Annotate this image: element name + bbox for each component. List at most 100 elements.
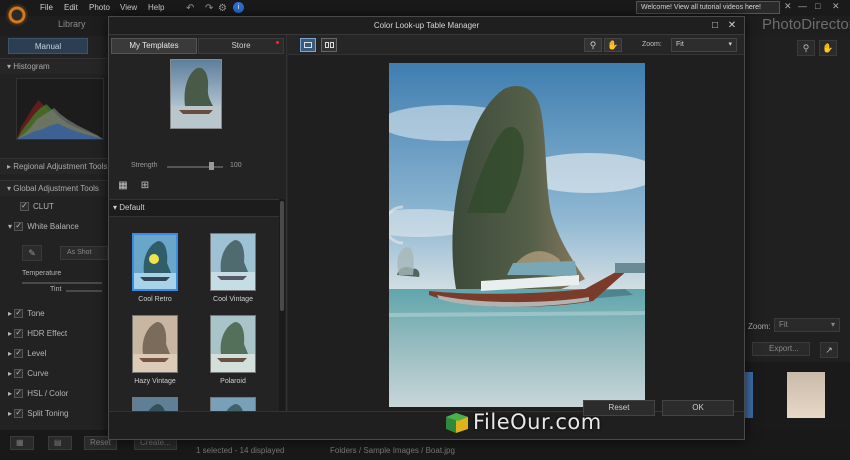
- tab-store-label: Store: [231, 41, 251, 50]
- close-app-icon[interactable]: ✕: [832, 1, 840, 12]
- temperature-slider[interactable]: [22, 282, 102, 284]
- histogram-graph: [16, 78, 104, 140]
- hand-tool-icon[interactable]: ✋: [604, 38, 622, 52]
- strength-slider[interactable]: [167, 166, 223, 168]
- single-view-icon: [304, 42, 312, 48]
- magnifier-tool-icon[interactable]: ⚲: [584, 38, 602, 52]
- white-balance-label: White Balance: [27, 222, 79, 231]
- split-view-icon-right: [330, 42, 334, 48]
- dialog-title: Color Look-up Table Manager: [109, 17, 744, 35]
- tone-row[interactable]: ▸ Tone: [8, 308, 45, 319]
- close-dialog-icon[interactable]: ✕: [725, 19, 739, 33]
- eyedropper-icon[interactable]: ✎: [22, 245, 42, 261]
- curve-checkbox[interactable]: [14, 368, 24, 379]
- menu-photo[interactable]: Photo: [89, 3, 110, 12]
- maximize-icon[interactable]: □: [815, 1, 820, 11]
- minimize-icon[interactable]: —: [798, 1, 807, 11]
- menu-edit[interactable]: Edit: [64, 3, 78, 12]
- ok-button[interactable]: OK: [662, 400, 734, 416]
- import-clut-icon[interactable]: ▦: [115, 179, 131, 193]
- clut-row[interactable]: CLUT: [20, 201, 54, 212]
- export-button[interactable]: Export...: [752, 342, 810, 356]
- strength-slider-knob[interactable]: [209, 162, 214, 170]
- app-logo-icon[interactable]: [6, 4, 28, 26]
- histogram-label: Histogram: [13, 62, 50, 71]
- grid-view-icon[interactable]: ▦: [10, 436, 34, 450]
- info-icon[interactable]: i: [233, 2, 244, 13]
- right-zoom-select[interactable]: Fit ▾: [774, 318, 840, 332]
- gear-icon[interactable]: ⚙: [218, 3, 227, 14]
- hsl-row[interactable]: ▸ HSL / Color: [8, 388, 68, 399]
- temperature-label: Temperature: [22, 270, 62, 277]
- level-checkbox[interactable]: [14, 348, 24, 359]
- undo-icon[interactable]: ↶: [186, 3, 194, 14]
- welcome-banner[interactable]: Welcome! View all tutorial videos here!: [636, 1, 780, 14]
- right-zoom-label: Zoom:: [748, 322, 771, 331]
- preview-toolbar: ⚲ ✋ Zoom: Fit ▾: [288, 35, 744, 55]
- white-balance-preset[interactable]: As Shot: [60, 246, 108, 260]
- tab-manual[interactable]: Manual: [8, 38, 88, 54]
- level-row[interactable]: ▸ Level: [8, 348, 46, 359]
- curve-row[interactable]: ▸ Curve: [8, 368, 49, 379]
- close-banner-icon[interactable]: ✕: [784, 1, 792, 12]
- global-adjustment-header[interactable]: ▾ Global Adjustment Tools: [0, 180, 108, 196]
- tab-my-templates[interactable]: My Templates: [111, 38, 197, 54]
- template-thumb: [132, 397, 178, 411]
- single-view-button[interactable]: [300, 38, 316, 52]
- filmstrip-thumb-portrait[interactable]: [787, 372, 825, 418]
- hdr-label: HDR Effect: [27, 329, 68, 338]
- curve-label: Curve: [27, 369, 49, 378]
- category-default[interactable]: ▾ Default: [109, 199, 279, 217]
- template-polaroid[interactable]: Polaroid: [207, 315, 259, 385]
- split-view-button[interactable]: [321, 38, 337, 52]
- menu-file[interactable]: File: [40, 3, 53, 12]
- clut-label: CLUT: [33, 202, 54, 211]
- split-toning-row[interactable]: ▸ Split Toning: [8, 408, 68, 419]
- maximize-dialog-icon[interactable]: □: [708, 19, 722, 33]
- filmstrip-thumb[interactable]: [745, 372, 753, 418]
- file-path: Folders / Sample Images / Boat.jpg: [330, 446, 455, 455]
- compare-view-icon[interactable]: ▤: [48, 436, 72, 450]
- menu-help[interactable]: Help: [148, 3, 164, 12]
- template-cool-vintage[interactable]: Cool Vintage: [207, 233, 259, 303]
- tint-label: Tint: [50, 286, 62, 293]
- global-adjustment-label: Global Adjustment Tools: [13, 184, 99, 193]
- fileour-logo-icon: [444, 409, 470, 435]
- clut-checkbox[interactable]: [20, 201, 29, 212]
- hsl-checkbox[interactable]: [14, 388, 24, 399]
- hand-icon[interactable]: ✋: [819, 40, 837, 56]
- library-tab[interactable]: Library: [58, 19, 86, 29]
- histogram-header[interactable]: ▾ Histogram: [0, 58, 108, 74]
- template-preview: [170, 59, 222, 129]
- tone-label: Tone: [27, 309, 45, 318]
- white-balance-checkbox[interactable]: [14, 221, 24, 232]
- share-icon[interactable]: ↗: [820, 342, 838, 358]
- menu-view[interactable]: View: [120, 3, 137, 12]
- redo-icon[interactable]: ↷: [205, 3, 213, 14]
- templates-pane: My Templates Store Strength 100 ▦ ⊞ ▾ De…: [109, 35, 287, 411]
- template-hazy-vintage[interactable]: Hazy Vintage: [129, 315, 181, 385]
- tint-slider[interactable]: [66, 290, 102, 292]
- preview-zoom-select[interactable]: Fit ▾: [671, 38, 737, 52]
- white-balance-row[interactable]: ▾ White Balance: [8, 221, 79, 232]
- preview-image[interactable]: [389, 63, 645, 407]
- tone-checkbox[interactable]: [14, 308, 24, 319]
- templates-scrollbar-thumb[interactable]: [280, 201, 284, 311]
- template-label: Polaroid: [220, 378, 246, 385]
- add-template-icon[interactable]: ⊞: [137, 179, 153, 193]
- chevron-down-icon: ▾: [830, 320, 835, 329]
- regional-adjustment-header[interactable]: ▸ Regional Adjustment Tools: [0, 158, 108, 174]
- template-thumb: [210, 397, 256, 411]
- template-item[interactable]: [129, 397, 181, 411]
- template-cool-retro[interactable]: Cool Retro: [129, 233, 181, 303]
- template-thumb: [210, 315, 256, 373]
- tab-store[interactable]: Store: [198, 38, 284, 54]
- template-item[interactable]: [207, 397, 259, 411]
- magnifier-icon[interactable]: ⚲: [797, 40, 815, 56]
- clut-manager-dialog: Color Look-up Table Manager □ ✕ My Templ…: [108, 16, 745, 440]
- split-toning-checkbox[interactable]: [14, 408, 24, 419]
- hdr-checkbox[interactable]: [14, 328, 24, 339]
- hdr-row[interactable]: ▸ HDR Effect: [8, 328, 68, 339]
- templates-scrollbar[interactable]: [279, 199, 285, 411]
- strength-value: 100: [230, 162, 242, 169]
